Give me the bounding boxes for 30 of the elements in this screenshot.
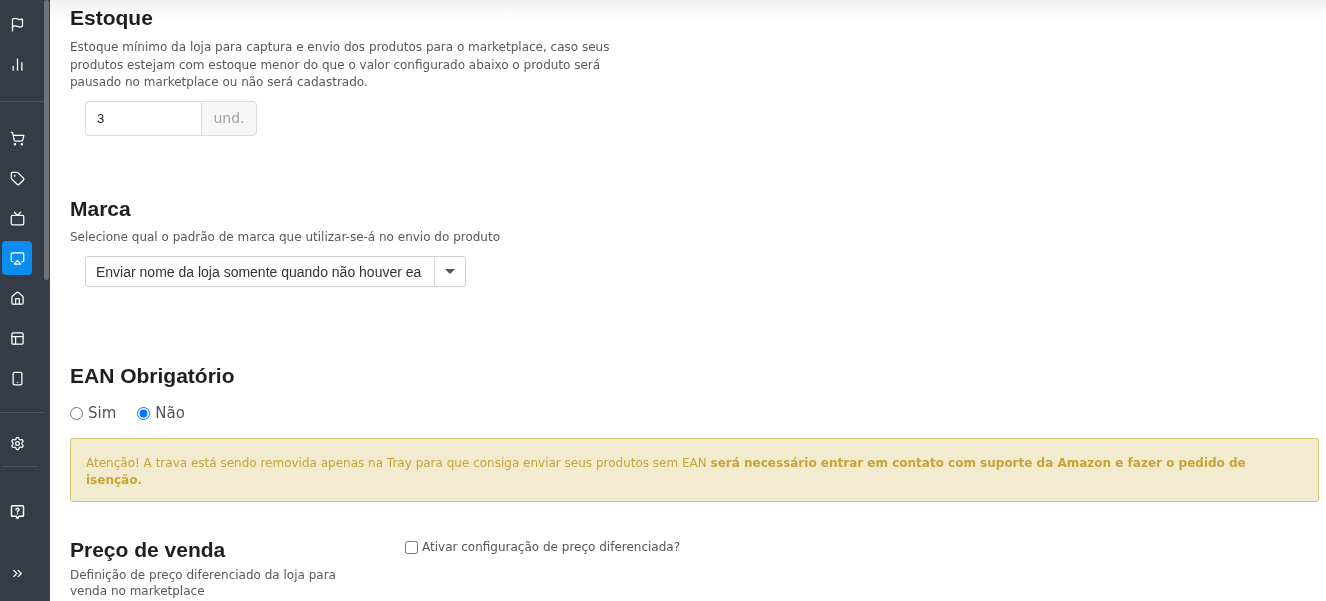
section-title: EAN Obrigatório <box>70 363 236 389</box>
checkbox[interactable] <box>405 540 418 554</box>
section-description: Definição de preço diferenciado da loja para venda no marketplace <box>70 567 337 599</box>
caret-down-icon <box>445 269 455 274</box>
unit-addon: und. <box>201 100 257 136</box>
brand-select[interactable]: Enviar nome da loja somente quando não houver ea <box>85 256 466 287</box>
home-icon <box>9 290 25 306</box>
checkbox-label[interactable]: Ativar configuração de preço diferenciada? <box>422 540 681 554</box>
stock-input[interactable]: 3 <box>85 100 201 136</box>
question-bubble-icon <box>9 504 25 520</box>
cart-icon <box>9 130 25 146</box>
section-title: Estoque <box>70 5 154 31</box>
screen-cast-icon <box>9 250 25 266</box>
radio-button[interactable] <box>70 406 83 420</box>
radio-label[interactable]: Não <box>155 404 185 422</box>
radio-button[interactable] <box>137 406 151 420</box>
tv-icon <box>9 210 25 226</box>
layout-icon <box>9 330 25 346</box>
settings-icon <box>9 435 25 451</box>
flag-icon <box>9 16 25 32</box>
section-description: Selecione qual o padrão de marca que utilizar-se-á no envio do produto <box>70 228 502 246</box>
bar-chart-icon <box>9 56 25 72</box>
scrollbar-thumb[interactable] <box>44 0 49 280</box>
tag-icon <box>9 170 25 186</box>
warning-alert: Atenção! A trava está sendo removida apenas na Tray para que consiga enviar seus produtos sem EAN será necessário entrar em contato com suporte da Amazon e fazer o pedido de isenção. <box>70 438 1319 502</box>
section-description: Estoque mínimo da loja para captura e envio dos produtos para o marketplace, caso seus produtos estejam com estoque menor do que o valor configurado abaixo o produto será pausado no marketplace ou não será cadastrado. <box>70 39 611 91</box>
smartphone-icon <box>9 370 25 386</box>
section-title: Preço de venda <box>70 537 227 563</box>
radio-label[interactable]: Sim <box>88 404 117 422</box>
section-title: Marca <box>70 195 132 222</box>
